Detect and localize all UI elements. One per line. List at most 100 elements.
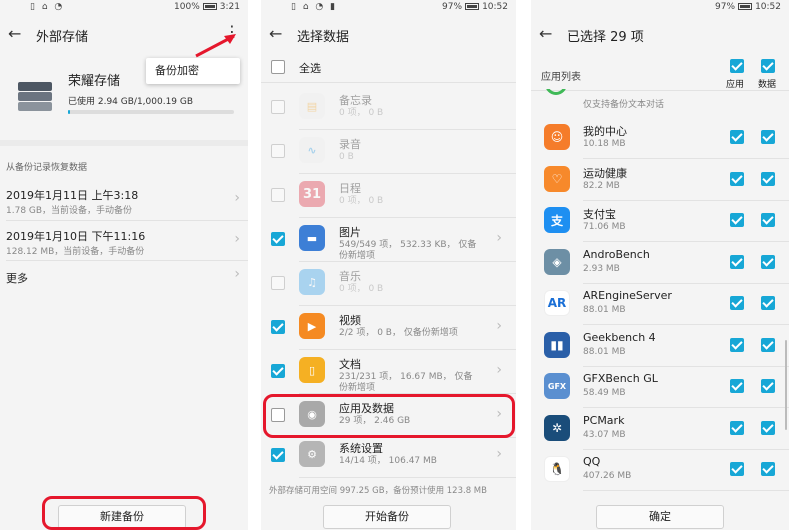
selected-apps-screen: 97% 10:52 ← 已选择 29 项 应用列表 应用 数据 仅支持备份文本对话… — [531, 0, 789, 530]
data-type-name: 录音 — [339, 138, 361, 151]
app-checkbox[interactable] — [730, 213, 744, 227]
row-checkbox[interactable] — [271, 320, 285, 334]
row-checkbox[interactable] — [271, 188, 285, 202]
select-all-label: 全选 — [299, 62, 321, 75]
app-row[interactable]: ◈ AndroBench 2.93 MB — [531, 242, 789, 284]
app-icon: ♡ — [544, 166, 570, 192]
more-row[interactable]: 更多 › — [0, 262, 248, 290]
app-icon: 🐧 — [544, 456, 570, 482]
data-type-row[interactable]: ▤ 备忘录 0 项， 0 B — [261, 86, 516, 130]
app-row[interactable]: GFX GFXBench GL 58.49 MB — [531, 366, 789, 408]
chevron-right-icon: › — [496, 446, 502, 462]
backup-record-2[interactable]: 2019年1月10日 下午11:16 128.12 MB，当前设备，手动备份 › — [0, 222, 248, 260]
all-apps-checkbox[interactable] — [730, 59, 744, 73]
back-arrow-icon[interactable]: ← — [8, 24, 21, 43]
app-size: 407.26 MB — [583, 471, 632, 481]
data-checkbox[interactable] — [761, 296, 775, 310]
back-arrow-icon[interactable]: ← — [539, 24, 552, 43]
app-row[interactable]: ☺ 我的中心 10.18 MB — [531, 117, 789, 159]
row-divider — [6, 260, 248, 261]
storage-usage: 已使用 2.94 GB/1,000.19 GB — [68, 97, 194, 107]
app-checkbox[interactable] — [730, 462, 744, 476]
all-data-checkbox[interactable] — [761, 59, 775, 73]
app-row[interactable]: ▮▮ Geekbench 4 88.01 MB — [531, 325, 789, 367]
app-name: AndroBench — [583, 248, 650, 261]
app-checkbox[interactable] — [730, 296, 744, 310]
storage-progress-fill — [68, 110, 70, 114]
app-size: 58.49 MB — [583, 388, 626, 398]
data-type-detail: 0 项， 0 B — [339, 108, 384, 118]
status-bar: ▯ ⌂ ◔ ▮ 97% 10:52 — [261, 0, 516, 16]
row-checkbox[interactable] — [271, 276, 285, 290]
app-bar: ← 选择数据 — [261, 20, 516, 50]
data-type-row[interactable]: 31 日程 0 项， 0 B — [261, 174, 516, 218]
confirm-button[interactable]: 确定 — [596, 505, 724, 529]
data-type-name: 视频 — [339, 314, 361, 327]
data-checkbox[interactable] — [761, 213, 775, 227]
recorder-icon: ∿ — [299, 137, 325, 163]
app-row[interactable]: ✲ PCMark 43.07 MB — [531, 408, 789, 450]
status-time: 10:52 — [755, 2, 781, 12]
data-type-name: 系统设置 — [339, 442, 383, 455]
row-checkbox[interactable] — [271, 232, 285, 246]
app-row[interactable]: ♡ 运动健康 82.2 MB — [531, 159, 789, 201]
data-checkbox[interactable] — [761, 379, 775, 393]
storage-name: 荣耀存储 — [68, 74, 121, 89]
app-size: 82.2 MB — [583, 181, 620, 191]
select-all-checkbox[interactable] — [271, 60, 285, 74]
app-checkbox[interactable] — [730, 255, 744, 269]
app-name: AREngineServer — [583, 289, 672, 302]
data-type-row[interactable]: ♫ 音乐 0 项， 0 B — [261, 262, 516, 306]
select-all-row[interactable]: 全选 — [261, 52, 516, 82]
app-size: 10.18 MB — [583, 139, 626, 149]
data-checkbox[interactable] — [761, 462, 775, 476]
app-row[interactable]: AR AREngineServer 88.01 MB — [531, 283, 789, 325]
select-data-screen: ▯ ⌂ ◔ ▮ 97% 10:52 ← 选择数据 全选 ▤ 备忘录 0 项， 0 B ∿… — [261, 0, 516, 530]
app-icon: ✲ — [544, 415, 570, 441]
storage-progress-bar — [68, 110, 234, 114]
app-checkbox[interactable] — [730, 338, 744, 352]
server-icon — [18, 82, 52, 112]
app-checkbox[interactable] — [730, 379, 744, 393]
row-checkbox[interactable] — [271, 144, 285, 158]
app-checkbox[interactable] — [730, 172, 744, 186]
data-type-row[interactable]: ▬ 图片 549/549 项， 532.33 KB， 仅备份新增项 › — [261, 218, 516, 262]
app-checkbox[interactable] — [730, 421, 744, 435]
status-icons: ▯ ⌂ ◔ — [30, 2, 65, 12]
app-checkbox[interactable] — [730, 130, 744, 144]
data-type-row[interactable]: ⚙ 系统设置 14/14 项， 106.47 MB › — [261, 434, 516, 478]
data-checkbox[interactable] — [761, 338, 775, 352]
data-checkbox[interactable] — [761, 172, 775, 186]
battery-icon — [202, 3, 217, 10]
music-icon: ♫ — [299, 269, 325, 295]
data-checkbox[interactable] — [761, 421, 775, 435]
app-icon: AR — [544, 290, 570, 316]
highlight-box — [263, 394, 515, 438]
data-type-row[interactable]: ▶ 视频 2/2 项， 0 B， 仅备份新增项 › — [261, 306, 516, 350]
row-checkbox[interactable] — [271, 448, 285, 462]
battery-percent: 97% — [442, 2, 463, 12]
row-checkbox[interactable] — [271, 364, 285, 378]
data-type-detail: 14/14 项， 106.47 MB — [339, 456, 437, 466]
row-checkbox[interactable] — [271, 100, 285, 114]
backup-encrypt-menu-item[interactable]: 备份加密 — [146, 58, 240, 84]
data-checkbox[interactable] — [761, 255, 775, 269]
app-icon: ▮▮ — [544, 332, 570, 358]
app-name: 支付宝 — [583, 208, 616, 221]
data-type-row[interactable]: ▯ 文档 231/231 项， 16.67 MB， 仅备份新增项 › — [261, 350, 516, 394]
row-divider — [261, 82, 516, 83]
data-checkbox[interactable] — [761, 130, 775, 144]
start-backup-button[interactable]: 开始备份 — [323, 505, 451, 529]
data-type-row[interactable]: ∿ 录音 0 B — [261, 130, 516, 174]
back-arrow-icon[interactable]: ← — [269, 24, 282, 43]
app-row[interactable]: 🐧 QQ 407.26 MB — [531, 449, 789, 491]
status-bar: ▯ ⌂ ◔ 100% 3:21 — [0, 0, 248, 16]
app-size: 2.93 MB — [583, 264, 620, 274]
backup-record-1[interactable]: 2019年1月11日 上午3:18 1.78 GB，当前设备，手动备份 › — [0, 180, 248, 218]
page-title: 已选择 29 项 — [567, 30, 644, 45]
app-row[interactable]: 支支付宝 71.06 MB — [531, 200, 789, 242]
scrollbar[interactable] — [785, 340, 787, 430]
chevron-right-icon: › — [496, 318, 502, 334]
page-title: 选择数据 — [297, 30, 350, 45]
data-type-detail: 0 项， 0 B — [339, 284, 384, 294]
